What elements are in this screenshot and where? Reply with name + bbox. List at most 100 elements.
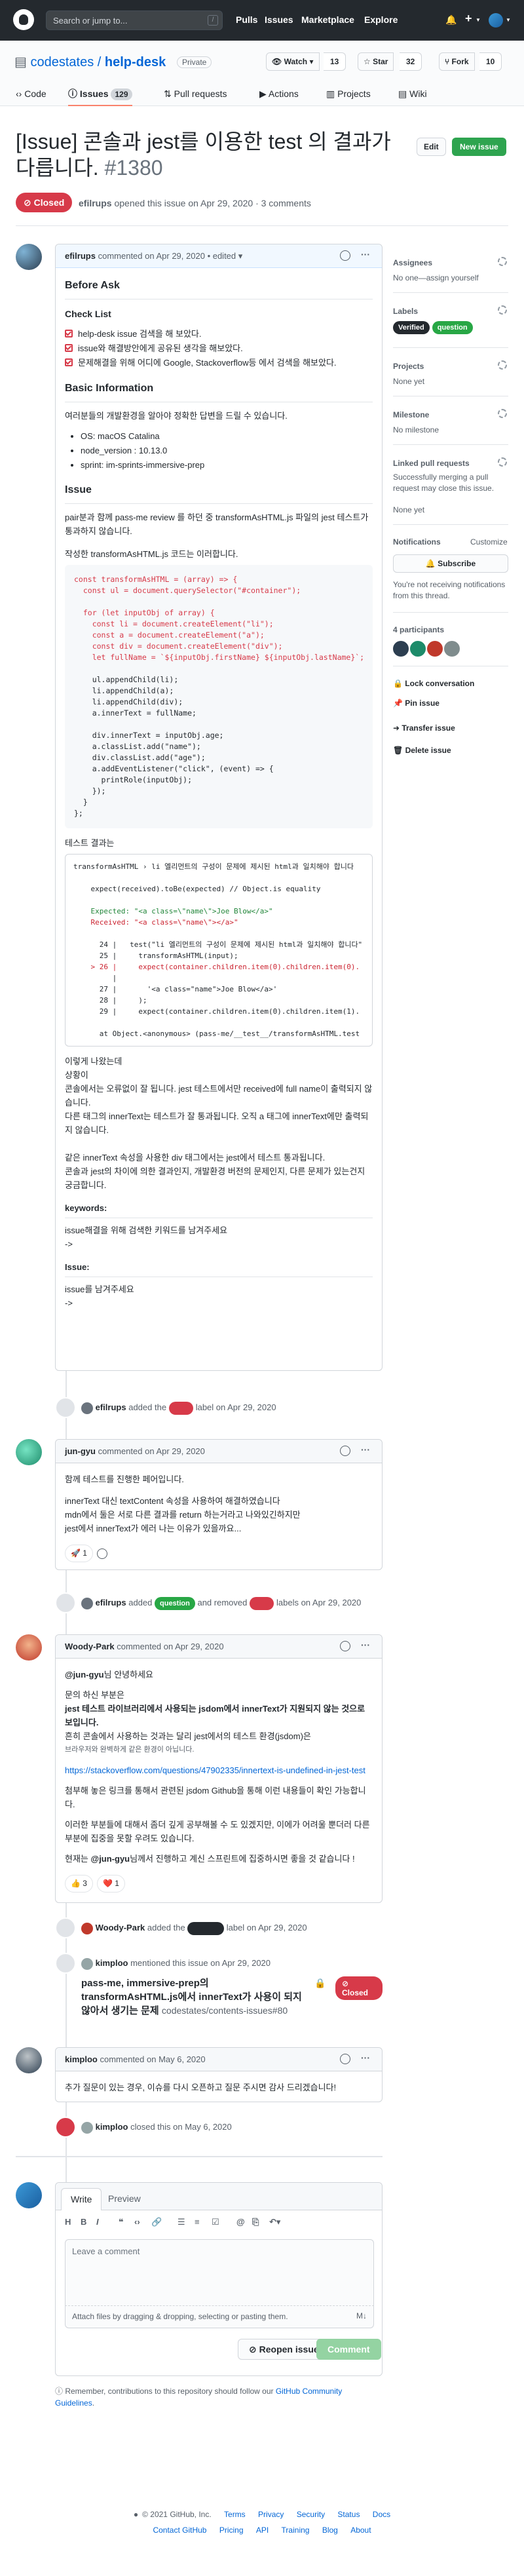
footer-link-privacy[interactable]: Privacy <box>258 2510 284 2519</box>
tab-projects[interactable]: ▥ Projects <box>326 81 371 106</box>
chevron-down-icon[interactable]: ▼ <box>476 17 481 23</box>
mention-link[interactable]: @jun-gyu <box>91 1854 130 1864</box>
star-button[interactable]: ☆ Star <box>358 52 394 71</box>
avatar[interactable] <box>16 1439 42 1465</box>
star-count[interactable]: 32 <box>400 52 422 71</box>
footer-link-blog[interactable]: Blog <box>322 2526 338 2535</box>
footer-link-terms[interactable]: Terms <box>224 2510 246 2519</box>
smiley-icon[interactable] <box>340 1446 350 1456</box>
subscribe-button[interactable]: 🔔 Subscribe <box>393 554 508 573</box>
github-logo-icon[interactable] <box>13 9 34 30</box>
bullet-list-icon[interactable]: ☰ <box>178 2217 185 2227</box>
label-question[interactable]: question <box>155 1597 195 1610</box>
delete-issue-link[interactable]: 🗑 Delete issue <box>393 746 451 755</box>
tab-write[interactable]: Write <box>61 2188 102 2210</box>
edited-dropdown[interactable]: • edited <box>208 251 236 261</box>
smiley-icon[interactable] <box>340 1641 350 1651</box>
quote-icon[interactable]: ❝ <box>119 2217 124 2227</box>
participant-avatar[interactable] <box>410 641 426 657</box>
reaction-button[interactable]: 👍 3 <box>65 1875 93 1893</box>
referenced-issue[interactable]: pass-me, immersive-prep의 transformAsHTML… <box>81 1976 383 2018</box>
heading-icon[interactable]: H <box>65 2217 71 2227</box>
stackoverflow-link[interactable]: https://stackoverflow.com/questions/4790… <box>65 1765 365 1775</box>
author-link[interactable]: efilrups <box>65 251 96 261</box>
avatar[interactable] <box>16 2047 42 2073</box>
tab-pull-requests[interactable]: ⇅ Pull requests <box>164 81 227 106</box>
participant-avatar[interactable] <box>393 641 409 657</box>
avatar[interactable] <box>16 244 42 270</box>
pin-issue-link[interactable]: 📌 Pin issue <box>393 699 440 708</box>
author-link[interactable]: Woody-Park <box>65 1642 115 1651</box>
lock-conversation-link[interactable]: 🔒 Lock conversation <box>393 679 474 688</box>
code-icon[interactable]: ‹› <box>134 2217 140 2227</box>
chevron-down-icon[interactable]: ▼ <box>506 17 511 23</box>
more-options-icon[interactable]: ··· <box>361 1444 370 1455</box>
gear-icon[interactable] <box>498 257 507 266</box>
comment-textarea[interactable]: Leave a comment <box>65 2239 374 2306</box>
label-verified[interactable]: Verified <box>393 321 430 334</box>
bell-icon[interactable]: 🔔 <box>445 14 457 25</box>
github-logo-icon[interactable]: ● <box>134 2510 138 2519</box>
reply-icon[interactable]: ↶▾ <box>269 2217 280 2227</box>
gear-icon[interactable] <box>498 457 507 467</box>
mention-icon[interactable]: @ <box>236 2217 245 2227</box>
nav-explore[interactable]: Explore <box>364 14 398 25</box>
fork-count[interactable]: 10 <box>479 52 502 71</box>
repo-owner-link[interactable]: codestates <box>30 55 94 69</box>
link-icon[interactable]: 🔗 <box>151 2217 162 2227</box>
watch-button[interactable]: 👁 Watch ▾ <box>266 52 320 71</box>
participant-avatar[interactable] <box>427 641 443 657</box>
footer-link-docs[interactable]: Docs <box>373 2510 390 2519</box>
reaction-button[interactable]: ❤️ 1 <box>96 1875 125 1893</box>
reference-icon[interactable]: ⎘ <box>252 2217 259 2227</box>
numbered-list-icon[interactable]: ≡ <box>195 2217 200 2227</box>
transfer-issue-link[interactable]: ➜ Transfer issue <box>393 723 455 733</box>
footer-link-pricing[interactable]: Pricing <box>219 2526 244 2535</box>
gear-icon[interactable] <box>498 360 507 370</box>
plus-icon[interactable]: + <box>465 12 472 26</box>
tab-code[interactable]: ‹› Code <box>16 81 47 106</box>
repo-name-link[interactable]: help-desk <box>105 55 166 69</box>
footer-link-training[interactable]: Training <box>282 2526 310 2535</box>
footer-link-contact[interactable]: Contact GitHub <box>153 2526 206 2535</box>
author-link[interactable]: kimploo <box>65 2054 98 2064</box>
gear-icon[interactable] <box>498 305 507 315</box>
author-link[interactable]: efilrups <box>79 198 112 208</box>
search-input[interactable]: Search or jump to... / <box>46 10 223 30</box>
linked-prs-heading[interactable]: Linked pull requests <box>393 459 470 468</box>
task-list-icon[interactable]: ☑ <box>212 2217 219 2227</box>
footer-link-security[interactable]: Security <box>297 2510 325 2519</box>
mention-link[interactable]: @jun-gyu <box>65 1670 104 1680</box>
participant-avatar[interactable] <box>444 641 460 657</box>
smiley-icon[interactable] <box>96 1548 107 1559</box>
footer-link-api[interactable]: API <box>256 2526 269 2535</box>
smiley-icon[interactable] <box>340 2054 350 2064</box>
fork-button[interactable]: ⑂ Fork <box>439 52 475 71</box>
nav-marketplace[interactable]: Marketplace <box>301 14 354 25</box>
labels-heading[interactable]: Labels <box>393 307 418 316</box>
more-options-icon[interactable]: ··· <box>361 1640 370 1650</box>
tab-issues[interactable]: ⓘ Issues 129 <box>68 81 132 106</box>
nav-issues[interactable]: Issues <box>265 14 293 25</box>
author-link[interactable]: jun-gyu <box>65 1446 96 1456</box>
avatar[interactable] <box>489 13 503 28</box>
new-issue-button[interactable]: New issue <box>452 138 506 156</box>
customize-link[interactable]: Customize <box>470 537 508 547</box>
tab-actions[interactable]: ▶ Actions <box>259 81 299 106</box>
edit-title-button[interactable]: Edit <box>417 138 446 156</box>
watch-count[interactable]: 13 <box>324 52 346 71</box>
projects-heading[interactable]: Projects <box>393 362 424 371</box>
footer-link-about[interactable]: About <box>350 2526 371 2535</box>
label-bug[interactable]: Bug <box>168 1402 194 1415</box>
more-options-icon[interactable]: ··· <box>361 2052 370 2063</box>
label-bug[interactable]: Bug <box>249 1597 274 1610</box>
smiley-icon[interactable] <box>340 250 350 261</box>
label-verified[interactable]: Verified <box>187 1922 225 1935</box>
assignees-heading[interactable]: Assignees <box>393 258 432 267</box>
nav-pulls[interactable]: Pulls <box>236 14 257 25</box>
avatar[interactable] <box>16 1634 42 1661</box>
tab-preview[interactable]: Preview <box>108 2193 141 2204</box>
comment-button[interactable]: Comment <box>316 2339 381 2360</box>
reaction-button[interactable]: 🚀 1 <box>65 1545 93 1562</box>
attach-files-bar[interactable]: Attach files by dragging & dropping, sel… <box>65 2306 374 2328</box>
